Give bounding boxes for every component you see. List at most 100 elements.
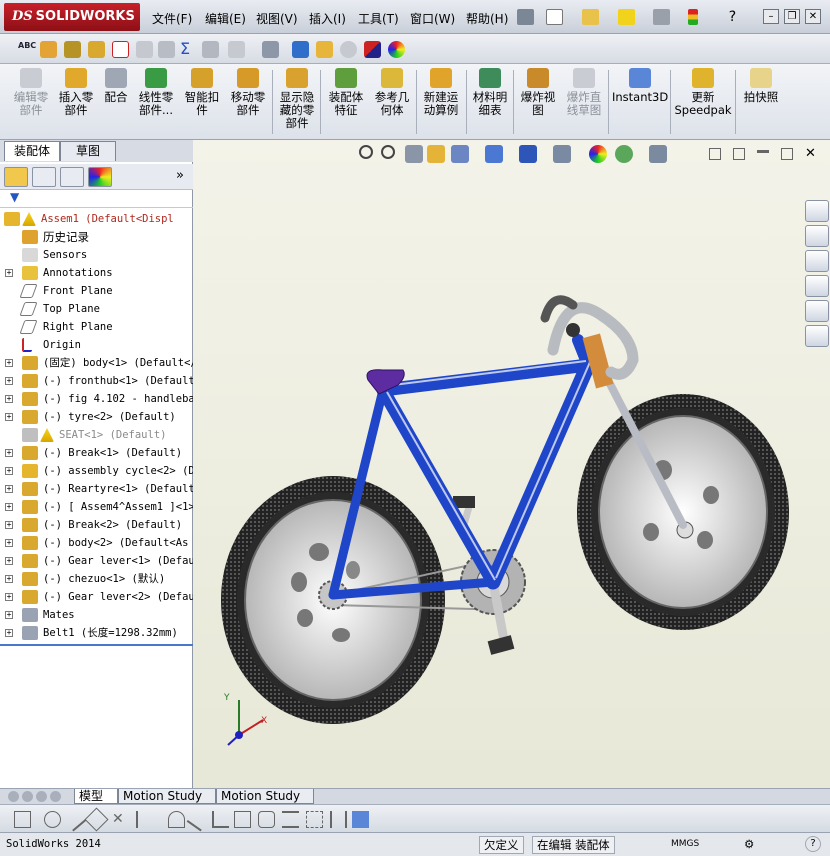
divider-icon[interactable] bbox=[136, 811, 153, 828]
checkmark-circle-icon[interactable] bbox=[340, 41, 357, 58]
tab-model[interactable]: 模型 bbox=[74, 789, 118, 804]
tree-item[interactable]: + (-) Gear lever<1> (Defaul bbox=[0, 552, 193, 570]
dimension-icon[interactable] bbox=[282, 811, 299, 828]
bill-of-materials-button[interactable]: 材料明 细表 bbox=[469, 68, 511, 117]
help-icon[interactable]: ? bbox=[724, 9, 741, 25]
first-tab-icon[interactable] bbox=[8, 791, 19, 802]
graphics-area[interactable]: ✕ Y X bbox=[193, 140, 830, 788]
trim-icon[interactable]: ✕ bbox=[112, 811, 129, 828]
color-icon[interactable] bbox=[364, 41, 381, 58]
interference-icon[interactable] bbox=[202, 41, 219, 58]
menu-view[interactable]: 视图(V) bbox=[256, 10, 298, 27]
open-icon[interactable] bbox=[582, 9, 599, 25]
tree-item[interactable]: Assem1 (Default<Displ bbox=[0, 210, 193, 228]
insert-component-button[interactable]: 插入零 部件 bbox=[54, 68, 98, 117]
pedal[interactable] bbox=[487, 635, 515, 655]
last-tab-icon[interactable] bbox=[50, 791, 61, 802]
feature-manager-icon[interactable] bbox=[4, 167, 28, 187]
next-tab-icon[interactable] bbox=[36, 791, 47, 802]
filter-icon[interactable]: ▼ bbox=[10, 190, 19, 204]
tree-item[interactable]: + (-) assembly cycle<2> (De bbox=[0, 462, 193, 480]
tree-item[interactable]: Front Plane bbox=[0, 282, 193, 300]
expand-icon[interactable]: + bbox=[5, 611, 13, 619]
expand-icon[interactable]: + bbox=[5, 575, 13, 583]
view-palette-icon[interactable] bbox=[805, 275, 829, 297]
units-status[interactable]: MMGS bbox=[667, 836, 703, 854]
expand-icon[interactable]: + bbox=[5, 395, 13, 403]
mirror-icon[interactable] bbox=[330, 811, 347, 828]
tree-item[interactable]: + (-) body<2> (Default<As M bbox=[0, 534, 193, 552]
tree-item[interactable]: 历史记录 bbox=[0, 228, 193, 246]
speedpak-button[interactable]: 更新 Speedpak bbox=[674, 68, 732, 117]
prev-tab-icon[interactable] bbox=[22, 791, 33, 802]
expand-icon[interactable]: + bbox=[5, 557, 13, 565]
sum-icon[interactable]: Σ bbox=[180, 41, 197, 58]
polygon-icon[interactable] bbox=[84, 807, 109, 832]
expand-icon[interactable]: + bbox=[5, 467, 13, 475]
speed-icon[interactable] bbox=[112, 41, 129, 58]
gear-icon[interactable] bbox=[316, 41, 333, 58]
tree-item[interactable]: + (-) fronthub<1> (Default) bbox=[0, 372, 193, 390]
spline-icon[interactable] bbox=[186, 807, 211, 832]
tree-item[interactable]: Origin bbox=[0, 336, 193, 354]
menu-edit[interactable]: 编辑(E) bbox=[205, 10, 246, 27]
appearances-icon[interactable] bbox=[805, 300, 829, 322]
sketch-relations-icon[interactable] bbox=[352, 811, 369, 828]
tree-filter[interactable]: ▼ bbox=[0, 190, 193, 208]
home-icon[interactable] bbox=[805, 200, 829, 222]
construction-icon[interactable] bbox=[306, 811, 323, 828]
restore-button[interactable]: ❐ bbox=[784, 9, 800, 24]
expand-icon[interactable]: + bbox=[5, 413, 13, 421]
tree-item[interactable]: Sensors bbox=[0, 246, 193, 264]
menu-file[interactable]: 文件(F) bbox=[152, 10, 192, 27]
close-button[interactable]: ✕ bbox=[805, 9, 821, 24]
edit-component-button[interactable]: 编辑零 部件 bbox=[9, 68, 53, 117]
tree-item[interactable]: + (-) Gear lever<2> (Defaul bbox=[0, 588, 193, 606]
reference-geometry-button[interactable]: 参考几 何体 bbox=[370, 68, 414, 117]
bicycle-model[interactable]: Y X bbox=[193, 140, 805, 788]
configuration-manager-icon[interactable] bbox=[60, 167, 84, 187]
pin-icon[interactable] bbox=[517, 9, 534, 25]
instant3d-button[interactable]: Instant3D bbox=[612, 68, 668, 104]
expand-icon[interactable]: + bbox=[5, 593, 13, 601]
hole-icon[interactable] bbox=[228, 41, 245, 58]
explode-line-sketch-button[interactable]: 爆炸直 线草图 bbox=[562, 68, 606, 117]
linear-pattern-button[interactable]: 线性零 部件... bbox=[134, 68, 178, 117]
expand-icon[interactable]: + bbox=[5, 539, 13, 547]
slot-icon[interactable] bbox=[258, 811, 275, 828]
rectangle-icon[interactable] bbox=[234, 811, 251, 828]
replace-icon[interactable] bbox=[292, 41, 309, 58]
minimize-button[interactable]: – bbox=[763, 9, 779, 24]
tree-item[interactable]: + (-) tyre<2> (Default) bbox=[0, 408, 193, 426]
rebuild-warning-icon[interactable] bbox=[618, 9, 635, 25]
spell-check-icon[interactable]: ABC bbox=[18, 41, 36, 58]
tab-assembly[interactable]: 装配体 bbox=[4, 141, 60, 161]
check-icon[interactable] bbox=[158, 41, 175, 58]
smart-fasteners-button[interactable]: 智能扣 件 bbox=[180, 68, 224, 117]
rebuild-icon[interactable]: ⚙ bbox=[740, 836, 758, 854]
point-icon[interactable] bbox=[44, 811, 61, 828]
balance-icon[interactable] bbox=[64, 41, 81, 58]
tree-item[interactable]: + (-) Break<2> (Default) bbox=[0, 516, 193, 534]
hand-icon[interactable] bbox=[136, 41, 153, 58]
menu-tools[interactable]: 工具(T) bbox=[358, 10, 399, 27]
window-close-icon[interactable]: ✕ bbox=[805, 146, 816, 161]
custom-properties-icon[interactable] bbox=[805, 325, 829, 347]
move-component-button[interactable]: 移动零 部件 bbox=[226, 68, 270, 117]
tree-item[interactable]: + (-) Reartyre<1> (Default) bbox=[0, 480, 193, 498]
display-manager-icon[interactable] bbox=[88, 167, 112, 187]
menu-help[interactable]: 帮助(H) bbox=[466, 10, 508, 27]
design-library-icon[interactable] bbox=[805, 225, 829, 247]
print-icon[interactable] bbox=[653, 9, 670, 25]
tree-item[interactable]: SEAT<1> (Default) bbox=[0, 426, 193, 444]
tree-item[interactable]: + (-) fig 4.102 - handlebar bbox=[0, 390, 193, 408]
component-icon[interactable] bbox=[88, 41, 105, 58]
new-motion-study-button[interactable]: 新建运 动算例 bbox=[418, 68, 464, 117]
brake-lever[interactable] bbox=[566, 323, 580, 337]
expand-icon[interactable]: + bbox=[5, 521, 13, 529]
expand-icon[interactable]: + bbox=[5, 629, 13, 637]
tree-item[interactable]: Top Plane bbox=[0, 300, 193, 318]
tab-motion-study-2[interactable]: Motion Study 2 bbox=[216, 789, 314, 817]
corner-icon[interactable] bbox=[212, 811, 229, 828]
expand-icon[interactable]: + bbox=[5, 359, 13, 367]
